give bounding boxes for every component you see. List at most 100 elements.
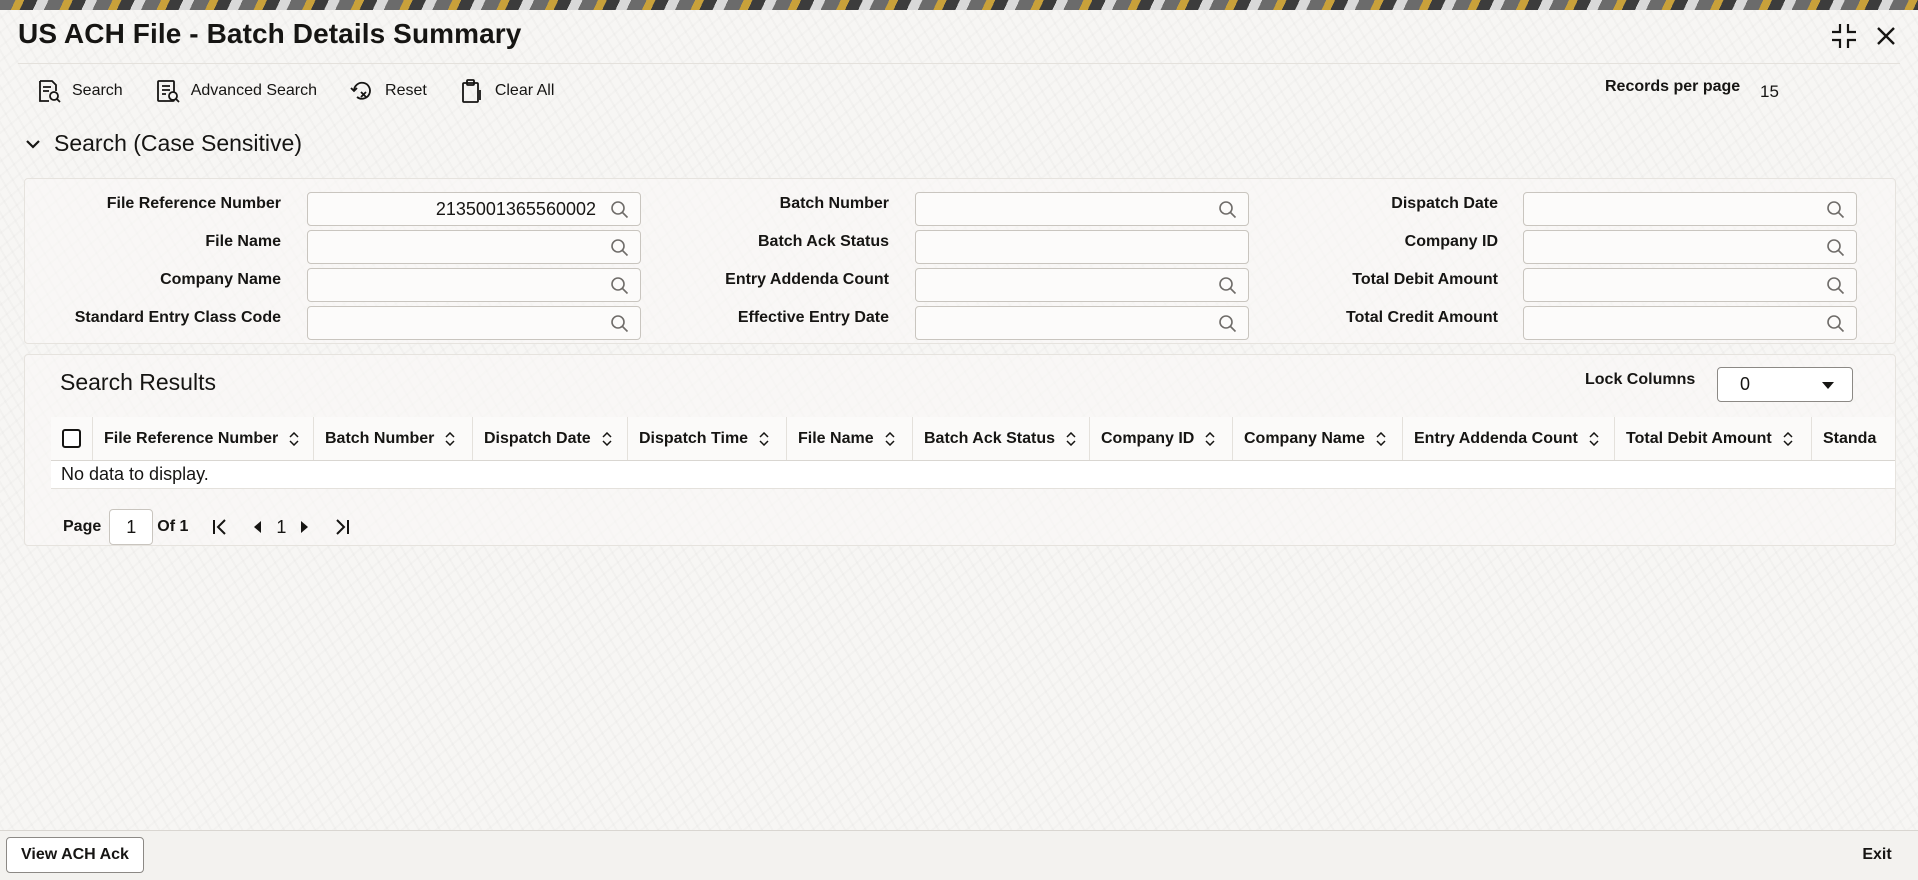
standard-entry-class-code-field[interactable] — [307, 306, 641, 340]
batch-number-label: Batch Number — [779, 195, 889, 212]
column-header-label: Company Name — [1244, 429, 1365, 447]
last-page-icon[interactable] — [332, 517, 352, 537]
sort-icon[interactable] — [1782, 431, 1794, 446]
reset-button-label: Reset — [385, 82, 427, 99]
advanced-search-button-label: Advanced Search — [190, 82, 318, 99]
column-header-label: Company ID — [1101, 429, 1195, 447]
magnifier-icon[interactable] — [610, 200, 630, 220]
page-title: US ACH File - Batch Details Summary — [18, 18, 522, 49]
clear-all-button[interactable]: Clear All — [459, 78, 554, 104]
sort-icon[interactable] — [601, 431, 613, 446]
magnifier-icon[interactable] — [1218, 276, 1238, 296]
reset-icon — [350, 81, 371, 100]
column-header[interactable]: Company Name — [1233, 417, 1403, 460]
magnifier-icon[interactable] — [610, 276, 630, 296]
magnifier-icon[interactable] — [1826, 200, 1846, 220]
view-ach-ack-button[interactable]: View ACH Ack — [6, 837, 144, 873]
column-header-label: Dispatch Date — [484, 429, 591, 447]
lock-columns-value: 0 — [1740, 374, 1751, 394]
lock-columns-select[interactable]: 0 — [1717, 367, 1853, 402]
total-debit-amount-label: Total Debit Amount — [1352, 271, 1498, 288]
column-header[interactable]: Total Debit Amount — [1615, 417, 1812, 460]
column-header[interactable]: File Name — [787, 417, 913, 460]
total-debit-amount-field[interactable] — [1523, 268, 1857, 302]
sort-icon[interactable] — [288, 431, 300, 446]
records-per-page-value[interactable]: 15 — [1760, 82, 1779, 102]
column-header-label: Batch Ack Status — [924, 429, 1055, 447]
header-banner — [0, 0, 1918, 10]
magnifier-icon[interactable] — [1826, 276, 1846, 296]
exit-button[interactable]: Exit — [1842, 837, 1912, 873]
previous-page-icon[interactable] — [248, 517, 268, 537]
results-table: File Reference Number Batch Number Dispa… — [51, 417, 1895, 497]
column-header[interactable]: File Reference Number — [93, 417, 314, 460]
column-header[interactable]: Company ID — [1090, 417, 1233, 460]
column-header-label: Total Debit Amount — [1626, 429, 1772, 447]
column-header[interactable]: Dispatch Date — [473, 417, 628, 460]
total-credit-amount-field[interactable] — [1523, 306, 1857, 340]
lock-columns-label: Lock Columns — [1585, 371, 1696, 388]
file-reference-number-field[interactable]: 2135001365560002 — [307, 192, 641, 226]
magnifier-icon[interactable] — [610, 238, 630, 258]
current-page-number: 1 — [276, 516, 287, 537]
chevron-down-icon — [1822, 382, 1834, 389]
sort-icon[interactable] — [444, 431, 456, 446]
column-header-label: Standa — [1823, 429, 1877, 447]
magnifier-icon[interactable] — [610, 314, 630, 334]
dispatch-date-field[interactable] — [1523, 192, 1857, 226]
column-header-label: File Reference Number — [104, 429, 279, 447]
sort-icon[interactable] — [1375, 431, 1387, 446]
column-header[interactable]: Standa — [1812, 417, 1895, 460]
sort-icon[interactable] — [758, 431, 770, 446]
first-page-icon[interactable] — [210, 517, 230, 537]
magnifier-icon[interactable] — [1218, 200, 1238, 220]
search-results-title: Search Results — [60, 369, 216, 395]
sort-icon[interactable] — [884, 431, 896, 446]
sort-icon[interactable] — [1065, 431, 1077, 446]
magnifier-icon[interactable] — [1218, 314, 1238, 334]
magnifier-icon[interactable] — [1826, 238, 1846, 258]
batch-ack-status-label: Batch Ack Status — [758, 233, 889, 250]
sort-icon[interactable] — [1204, 431, 1216, 446]
reset-button[interactable]: Reset — [349, 78, 427, 104]
search-button[interactable]: Search — [36, 78, 123, 104]
column-header-label: File Name — [798, 429, 874, 447]
clipboard-clear-icon — [461, 79, 481, 103]
results-table-header: File Reference Number Batch Number Dispa… — [51, 417, 1895, 461]
column-header[interactable]: Batch Ack Status — [913, 417, 1090, 460]
entry-addenda-count-label: Entry Addenda Count — [725, 271, 889, 288]
search-section-header[interactable]: Search (Case Sensitive) — [24, 130, 302, 157]
search-criteria-panel: File Reference Number 2135001365560002 F… — [24, 178, 1896, 344]
pagination: Page 1 Of 1 1 — [63, 509, 358, 545]
records-per-page-label: Records per page — [1605, 78, 1741, 95]
chevron-down-icon — [26, 139, 40, 149]
company-id-field[interactable] — [1523, 230, 1857, 264]
page-of-label: Of 1 — [157, 518, 189, 535]
advanced-search-button[interactable]: Advanced Search — [155, 78, 317, 104]
empty-results-message: No data to display. — [51, 461, 1895, 489]
file-name-field[interactable] — [307, 230, 641, 264]
effective-entry-date-field[interactable] — [915, 306, 1249, 340]
window-controls — [1830, 22, 1900, 50]
page-input[interactable]: 1 — [109, 509, 154, 545]
batch-number-field[interactable] — [915, 192, 1249, 226]
column-header[interactable]: Dispatch Time — [628, 417, 787, 460]
file-reference-number-value: 2135001365560002 — [435, 198, 596, 219]
entry-addenda-count-field[interactable] — [915, 268, 1249, 302]
select-all-checkbox[interactable] — [62, 429, 81, 448]
batch-ack-status-field[interactable] — [915, 230, 1249, 264]
search-icon — [39, 80, 61, 103]
sort-icon[interactable] — [1588, 431, 1600, 446]
company-name-field[interactable] — [307, 268, 641, 302]
column-header[interactable]: Batch Number — [314, 417, 473, 460]
dispatch-date-label: Dispatch Date — [1391, 195, 1498, 212]
next-page-icon[interactable] — [294, 517, 314, 537]
search-section-title: Search (Case Sensitive) — [54, 130, 302, 156]
advanced-search-icon — [156, 80, 180, 103]
search-button-label: Search — [72, 82, 123, 99]
column-header[interactable]: Entry Addenda Count — [1403, 417, 1615, 460]
total-credit-amount-label: Total Credit Amount — [1346, 309, 1498, 326]
collapse-icon[interactable] — [1830, 22, 1858, 50]
close-icon[interactable] — [1872, 22, 1900, 50]
magnifier-icon[interactable] — [1826, 314, 1846, 334]
